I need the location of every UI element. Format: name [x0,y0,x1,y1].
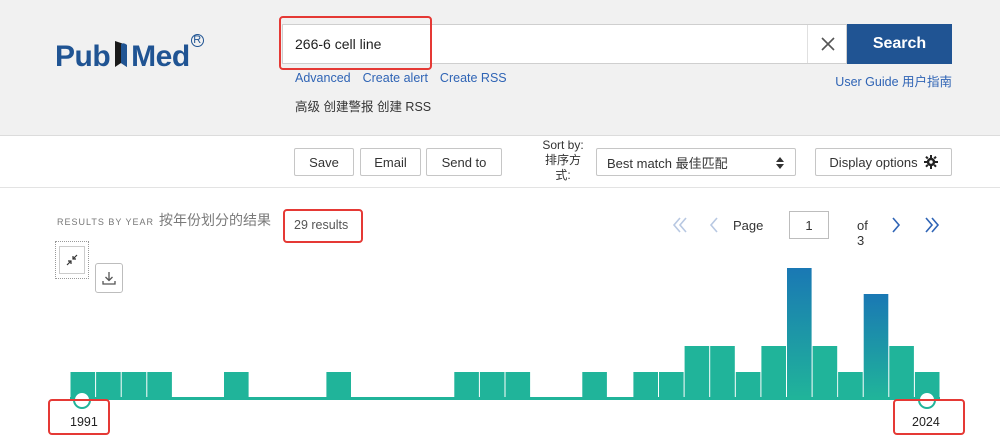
sort-select[interactable]: Best match 最佳匹配 [596,148,796,176]
sort-by-label: Sort by: 排序方式: [542,138,584,182]
pubmed-logo[interactable]: Pub Med R [55,28,204,74]
year-bar-2013[interactable] [633,372,658,398]
last-page-button[interactable] [920,213,944,237]
close-icon [820,37,835,51]
user-guide-link[interactable]: User Guide 用户指南 [835,71,952,90]
create-alert-link[interactable]: Create alert [363,71,428,85]
page-label: Page [733,218,764,233]
registered-mark: R [190,34,204,47]
year-bar-2015[interactable] [684,346,710,398]
chevron-left-icon [709,217,718,233]
next-page-button[interactable] [884,213,908,237]
double-chevron-right-icon [925,217,940,233]
search-button[interactable]: Search [847,24,952,64]
results-by-year-small: RESULTS BY YEAR [57,217,155,227]
year-bar-2016[interactable] [710,346,735,398]
toolbar-divider [0,187,1000,188]
first-page-button[interactable] [668,213,692,237]
logo-pub-text: Pub [55,40,111,73]
send-to-button[interactable]: Send to [426,148,502,176]
header: Pub Med R Search Advanced Create alert C… [0,0,1000,136]
year-bar-1994[interactable] [147,372,172,398]
double-chevron-left-icon [672,217,687,233]
year-bar-2008[interactable] [505,372,531,398]
display-options-button[interactable]: Display options [815,148,952,176]
range-end-handle[interactable] [918,391,936,409]
search-sublinks: Advanced Create alert Create RSS [295,71,507,85]
results-by-year-label: RESULTS BY YEAR 按年份划分的结果 [57,212,272,230]
year-bar-2001[interactable] [326,372,351,398]
clear-search-button[interactable] [807,25,847,63]
timeline-bar-chart [70,268,940,409]
year-bar-2006[interactable] [454,372,479,398]
year-bar-2020[interactable] [812,346,838,398]
search-input[interactable] [283,25,803,63]
year-bar-2019[interactable] [787,268,812,398]
sort-arrows-icon [776,157,784,169]
year-bar-2021[interactable] [838,372,863,398]
search-box [282,24,847,64]
start-year-label: 1991 [70,415,98,429]
gear-icon [923,155,938,169]
year-bar-2018[interactable] [761,346,786,398]
year-bar-2022[interactable] [863,294,889,398]
year-bar-2011[interactable] [582,372,607,398]
book-icon [115,41,128,67]
results-count: 29 results [294,218,349,232]
logo-med-text: Med [131,40,190,73]
year-bar-1997[interactable] [224,372,249,398]
year-bar-1993[interactable] [121,372,147,398]
end-year-label: 2024 [912,415,940,429]
results-by-year-cn: 按年份划分的结果 [159,212,272,228]
range-start-handle[interactable] [73,391,91,409]
save-button[interactable]: Save [294,148,354,176]
chevron-right-icon [892,217,901,233]
display-options-label: Display options [829,154,918,170]
create-rss-link[interactable]: Create RSS [440,71,507,85]
advanced-link[interactable]: Advanced [295,71,351,85]
page-number-input[interactable] [789,211,829,239]
year-bar-1992[interactable] [96,372,121,398]
sort-select-value: Best match 最佳匹配 [607,155,728,171]
email-button[interactable]: Email [360,148,421,176]
year-bar-2014[interactable] [659,372,684,398]
sublinks-chinese: 高级 创建警报 创建 RSS [295,100,432,114]
year-bar-2017[interactable] [735,372,761,398]
year-bar-2023[interactable] [889,346,914,398]
results-by-year-chart: 1991 2024 [0,240,1000,439]
year-bar-2007[interactable] [479,372,505,398]
previous-page-button[interactable] [702,213,726,237]
